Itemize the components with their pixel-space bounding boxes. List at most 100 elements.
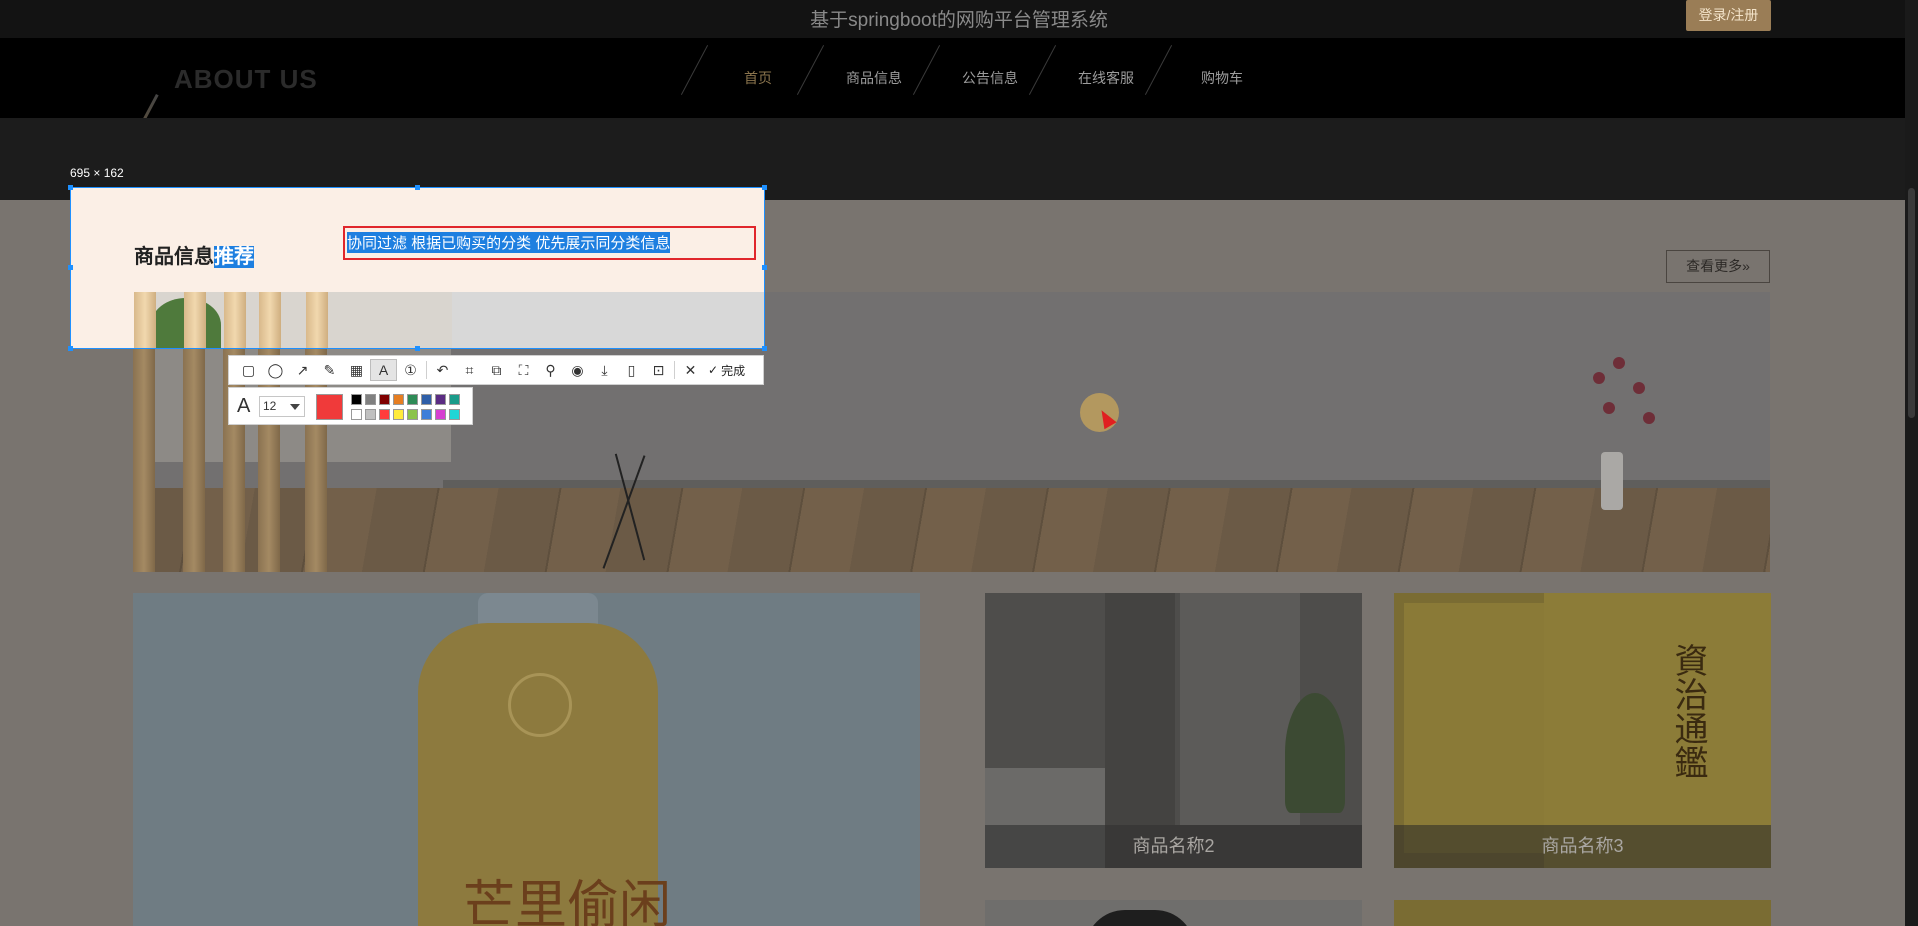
book-spine [1404,603,1442,853]
scan-icon[interactable]: ⛶ [510,359,537,381]
login-register-button[interactable]: 登录/注册 [1686,0,1771,31]
color-swatch[interactable] [351,409,362,420]
fridge-door [1180,593,1300,825]
selection-size-label: 695 × 162 [70,166,124,180]
ellipse-icon[interactable]: ◯ [262,359,289,381]
number-icon[interactable]: ① [397,359,424,381]
color-swatch[interactable] [379,394,390,405]
nav-item-support[interactable]: 在线客服 [1028,45,1164,95]
nav-item-products[interactable]: 商品信息 [796,45,932,95]
nav-item-label: 购物车 [1201,70,1243,86]
color-swatch[interactable] [449,409,460,420]
nav-item-label: 首页 [744,70,772,86]
resize-handle[interactable] [415,185,420,190]
product-card[interactable]: 商品名称2 [985,593,1362,868]
product-card[interactable] [1394,900,1771,926]
pin-icon[interactable]: ⚲ [537,359,564,381]
resize-handle[interactable] [762,185,767,190]
top-bar: 基于springboot的网购平台管理系统 登录/注册 [0,0,1918,38]
banner-floor [133,488,1770,572]
nav-item-home[interactable]: 首页 [680,45,816,95]
nav-item-announcements[interactable]: 公告信息 [912,45,1048,95]
chevron-down-icon [290,404,300,410]
site-title: 基于springboot的网购平台管理系统 [810,10,1108,31]
product-image-fragment [1085,910,1195,926]
record-icon[interactable]: ◉ [564,359,591,381]
bookmark-icon[interactable]: ⊡ [645,359,672,381]
product-card[interactable]: 資治通鑑 商品名称3 [1394,593,1771,868]
color-swatch[interactable] [365,394,376,405]
view-more-button[interactable]: 查看更多» [1666,250,1770,283]
resize-handle[interactable] [68,265,73,270]
selection-image-grey [452,292,764,348]
color-swatch[interactable] [435,394,446,405]
color-swatch[interactable] [421,409,432,420]
color-swatch[interactable] [393,394,404,405]
plant [1285,693,1345,813]
toolbar-divider [426,361,427,379]
color-swatch[interactable] [351,394,362,405]
annotation-text[interactable]: 协同过滤 根据已购买的分类 优先展示同分类信息 [347,232,671,253]
book-spine [1509,603,1547,853]
nav-item-cart[interactable]: 购物车 [1144,45,1280,95]
fridge-door [1105,593,1175,825]
wood-slat [134,292,156,348]
scrollbar[interactable] [1905,0,1918,926]
font-size-value: 12 [263,399,277,413]
color-swatch[interactable] [379,409,390,420]
about-us-heading: ABOUT US [174,64,318,94]
text-style-bar: A 12 [228,387,473,425]
text-icon[interactable]: A [370,359,397,381]
product-name: 商品名称3 [1394,825,1771,868]
screenshot-selection[interactable]: 商品信息推荐 协同过滤 根据已购买的分类 优先展示同分类信息 [70,187,765,349]
book-title: 資治通鑑 [1668,643,1708,779]
color-swatch[interactable] [421,394,432,405]
nav-item-label: 公告信息 [962,70,1018,86]
mosaic-icon[interactable]: ▦ [343,359,370,381]
arrow-icon[interactable]: ↗ [289,359,316,381]
done-button[interactable]: ✓ 完成 [708,362,745,379]
color-swatch[interactable] [407,409,418,420]
font-size-select[interactable]: 12 [259,396,305,417]
flowers [1573,352,1663,452]
section-heading-main: 商品信息 [134,246,214,268]
phone-icon[interactable]: ▯ [618,359,645,381]
toolbar-divider [674,361,675,379]
product-name: 商品名称2 [985,825,1362,868]
color-swatch[interactable] [365,409,376,420]
double-chevron-right-icon: » [1742,258,1750,274]
nav-item-label: 在线客服 [1078,70,1134,86]
nav-item-label: 商品信息 [846,70,902,86]
resize-handle[interactable] [762,346,767,351]
font-icon: A [237,395,251,417]
screenshot-toolbar: ▢ ◯ ↗ ✎ ▦ A ① ↶ ⌗ ⧉ ⛶ ⚲ ◉ ⤓ ▯ ⊡ ✕ ✓ 完成 [228,355,764,385]
resize-handle[interactable] [415,346,420,351]
main-nav: ABOUT US 首页 商品信息 公告信息 在线客服 购物车 [0,38,1918,181]
wood-slat [224,292,246,348]
current-color-swatch[interactable] [316,394,343,420]
crop-icon[interactable]: ⌗ [456,359,483,381]
pencil-icon[interactable]: ✎ [316,359,343,381]
undo-icon[interactable]: ↶ [429,359,456,381]
color-swatch[interactable] [393,409,404,420]
wood-slat [184,292,206,348]
color-swatch[interactable] [407,394,418,405]
copy-icon[interactable]: ⧉ [483,359,510,381]
bottle-label: 芒里偷闲 [463,876,672,926]
section-heading: 商品信息推荐 [134,240,254,269]
color-swatch[interactable] [449,394,460,405]
scrollbar-thumb[interactable] [1908,188,1915,418]
close-icon[interactable]: ✕ [677,359,704,381]
book-spine [1474,603,1512,853]
resize-handle[interactable] [762,265,767,270]
resize-handle[interactable] [68,185,73,190]
product-card[interactable] [985,900,1362,926]
book-spine [1439,603,1477,853]
resize-handle[interactable] [68,346,73,351]
color-swatch[interactable] [435,409,446,420]
rectangle-icon[interactable]: ▢ [235,359,262,381]
product-card-large[interactable]: 芒里偷闲 [133,593,920,926]
download-icon[interactable]: ⤓ [591,359,618,381]
bottle-logo [508,673,572,737]
done-label: 完成 [721,363,746,378]
